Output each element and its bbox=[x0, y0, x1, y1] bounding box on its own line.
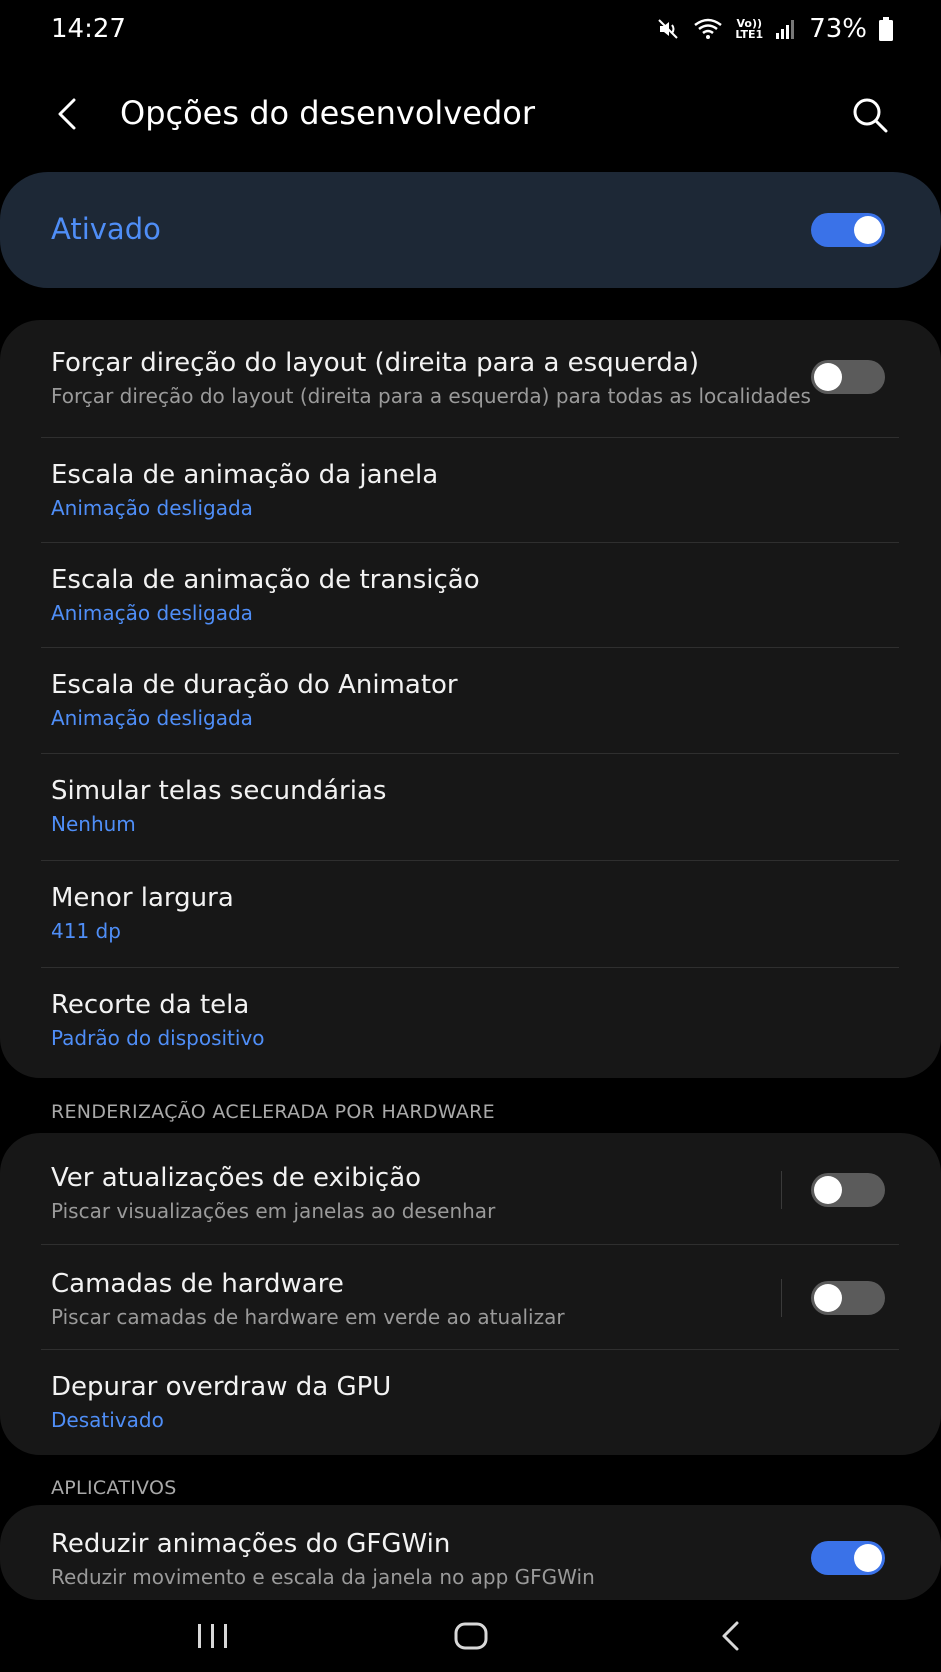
row-title: Depurar overdraw da GPU bbox=[51, 1372, 392, 1402]
developer-options-master-switch[interactable]: Ativado bbox=[0, 172, 941, 288]
toggle-knob bbox=[854, 216, 882, 244]
row-subtitle: Piscar camadas de hardware em verde ao a… bbox=[51, 1305, 565, 1329]
row-title: Recorte da tela bbox=[51, 990, 250, 1020]
reduce-animations-toggle[interactable] bbox=[811, 1541, 885, 1575]
row-subtitle: Forçar direção do layout (direita para a… bbox=[51, 384, 811, 408]
master-switch-label: Ativado bbox=[51, 212, 161, 246]
status-bar: 14:27 Vo)) LTE1 73% bbox=[0, 0, 941, 62]
row-transition-animation-scale[interactable]: Escala de animação de transição Animação… bbox=[0, 543, 941, 648]
row-force-rtl[interactable]: Forçar direção do layout (direita para a… bbox=[0, 320, 941, 438]
mute-icon bbox=[658, 19, 679, 39]
row-value: Animação desligada bbox=[51, 601, 253, 625]
force-rtl-toggle[interactable] bbox=[811, 360, 885, 394]
recent-apps-icon[interactable] bbox=[196, 1624, 230, 1648]
nav-back-icon[interactable] bbox=[719, 1620, 743, 1652]
wifi-icon bbox=[694, 18, 723, 39]
show-view-updates-toggle[interactable] bbox=[811, 1173, 885, 1207]
row-title: Ver atualizações de exibição bbox=[51, 1163, 422, 1193]
row-title: Escala de animação de transição bbox=[51, 565, 480, 595]
row-title: Camadas de hardware bbox=[51, 1269, 344, 1299]
search-icon[interactable] bbox=[851, 96, 889, 134]
hardware-layers-toggle[interactable] bbox=[811, 1281, 885, 1315]
row-display-cutout[interactable]: Recorte da tela Padrão do dispositivo bbox=[0, 968, 941, 1078]
row-debug-gpu-overdraw[interactable]: Depurar overdraw da GPU Desativado bbox=[0, 1350, 941, 1455]
row-reduce-animations-app[interactable]: Reduzir animações do GFGWin Reduzir movi… bbox=[0, 1505, 941, 1600]
row-hardware-layers[interactable]: Camadas de hardware Piscar camadas de ha… bbox=[0, 1245, 941, 1350]
row-value: Animação desligada bbox=[51, 496, 253, 520]
row-title: Escala de animação da janela bbox=[51, 460, 439, 490]
app-header: Opções do desenvolvedor bbox=[0, 70, 941, 160]
row-title: Simular telas secundárias bbox=[51, 776, 387, 806]
section-header-apps: APLICATIVOS bbox=[51, 1477, 177, 1499]
row-simulate-secondary-displays[interactable]: Simular telas secundárias Nenhum bbox=[0, 754, 941, 861]
battery-percent: 73% bbox=[809, 14, 867, 44]
section-header-hardware: RENDERIZAÇÃO ACELERADA POR HARDWARE bbox=[51, 1101, 495, 1123]
row-smallest-width[interactable]: Menor largura 411 dp bbox=[0, 861, 941, 968]
system-nav-bar bbox=[0, 1600, 941, 1672]
settings-card-display: Forçar direção do layout (direita para a… bbox=[0, 320, 941, 1078]
row-show-view-updates[interactable]: Ver atualizações de exibição Piscar visu… bbox=[0, 1133, 941, 1245]
row-value: Animação desligada bbox=[51, 706, 253, 730]
row-title: Reduzir animações do GFGWin bbox=[51, 1529, 451, 1559]
row-window-animation-scale[interactable]: Escala de animação da janela Animação de… bbox=[0, 438, 941, 543]
row-subtitle: Reduzir movimento e escala da janela no … bbox=[51, 1565, 595, 1589]
vertical-divider bbox=[781, 1171, 782, 1209]
toggle-knob bbox=[814, 1284, 842, 1312]
vertical-divider bbox=[781, 1279, 782, 1317]
back-arrow-icon[interactable] bbox=[52, 94, 88, 134]
row-title: Forçar direção do layout (direita para a… bbox=[51, 348, 699, 378]
row-subtitle: Piscar visualizações em janelas ao desen… bbox=[51, 1199, 496, 1223]
toggle-knob bbox=[814, 363, 842, 391]
row-value: Nenhum bbox=[51, 812, 136, 836]
settings-card-apps: Reduzir animações do GFGWin Reduzir movi… bbox=[0, 1505, 941, 1600]
row-value: Desativado bbox=[51, 1408, 164, 1432]
row-value: 411 dp bbox=[51, 919, 121, 943]
row-animator-duration-scale[interactable]: Escala de duração do Animator Animação d… bbox=[0, 648, 941, 754]
master-toggle[interactable] bbox=[811, 213, 885, 247]
toggle-knob bbox=[814, 1176, 842, 1204]
row-value: Padrão do dispositivo bbox=[51, 1026, 265, 1050]
page-title: Opções do desenvolvedor bbox=[120, 94, 535, 132]
row-title: Escala de duração do Animator bbox=[51, 670, 458, 700]
settings-card-hardware: Ver atualizações de exibição Piscar visu… bbox=[0, 1133, 941, 1455]
row-title: Menor largura bbox=[51, 883, 234, 913]
status-icons: Vo)) LTE1 73% bbox=[657, 14, 893, 44]
signal-icon bbox=[776, 20, 795, 39]
toggle-knob bbox=[854, 1544, 882, 1572]
battery-icon bbox=[879, 17, 893, 41]
status-time: 14:27 bbox=[51, 14, 126, 44]
volte-icon: Vo)) LTE1 bbox=[735, 17, 764, 41]
home-icon[interactable] bbox=[454, 1622, 488, 1650]
